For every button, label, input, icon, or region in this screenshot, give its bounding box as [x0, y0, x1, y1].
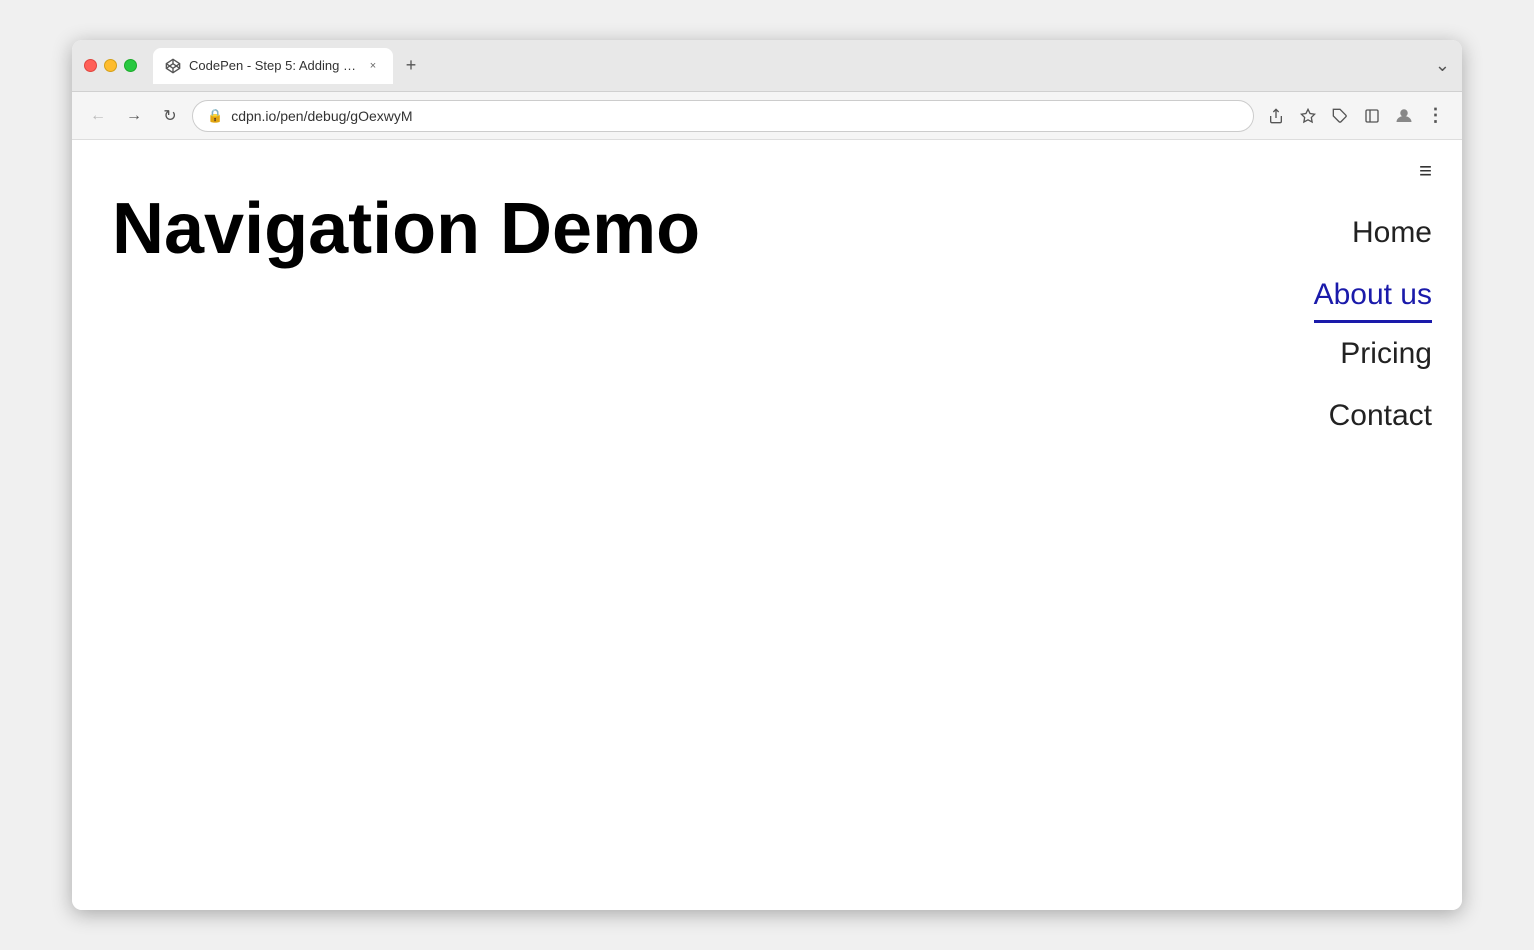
share-icon [1268, 108, 1284, 124]
lock-icon: 🔒 [207, 108, 223, 124]
more-button[interactable]: ⋮ [1422, 102, 1450, 130]
traffic-lights [84, 59, 137, 72]
profile-icon [1395, 107, 1413, 125]
extensions-button[interactable] [1326, 102, 1354, 130]
traffic-light-red[interactable] [84, 59, 97, 72]
nav-menu: Home About us Pricing Contact [1282, 202, 1432, 447]
more-icon: ⋮ [1427, 105, 1446, 126]
profile-button[interactable] [1390, 102, 1418, 130]
nav-item-home[interactable]: Home [1352, 202, 1432, 264]
reload-icon: ↻ [163, 106, 176, 126]
puzzle-icon [1332, 108, 1348, 124]
nav-item-about-us[interactable]: About us [1314, 264, 1432, 323]
forward-button[interactable]: → [120, 102, 148, 130]
sidebar-button[interactable] [1358, 102, 1386, 130]
tab-title: CodePen - Step 5: Adding a bu [189, 58, 357, 73]
hamburger-menu-icon[interactable]: ≡ [1419, 160, 1432, 182]
tab-bar: CodePen - Step 5: Adding a bu × + ⌄ [153, 48, 1450, 84]
active-tab[interactable]: CodePen - Step 5: Adding a bu × [153, 48, 393, 84]
url-bar[interactable]: 🔒 cdpn.io/pen/debug/gOexwyM [192, 100, 1254, 132]
navigation-sidebar: ≡ Home About us Pricing Contact [1252, 140, 1462, 910]
tab-close-button[interactable]: × [365, 58, 381, 74]
address-bar: ← → ↻ 🔒 cdpn.io/pen/debug/gOexwyM [72, 92, 1462, 140]
tab-dropdown-button[interactable]: ⌄ [1435, 55, 1450, 76]
bookmark-icon [1300, 108, 1316, 124]
main-content: Navigation Demo [72, 140, 1252, 910]
page-title: Navigation Demo [112, 190, 1212, 269]
page-content: Navigation Demo ≡ Home About us Pricing … [72, 140, 1462, 910]
title-bar: CodePen - Step 5: Adding a bu × + ⌄ [72, 40, 1462, 92]
nav-item-contact[interactable]: Contact [1329, 385, 1432, 447]
back-icon: ← [90, 107, 106, 125]
codepen-icon [165, 58, 181, 74]
url-text: cdpn.io/pen/debug/gOexwyM [231, 108, 1239, 124]
nav-item-pricing[interactable]: Pricing [1340, 323, 1432, 385]
browser-window: CodePen - Step 5: Adding a bu × + ⌄ ← → … [72, 40, 1462, 910]
bookmark-button[interactable] [1294, 102, 1322, 130]
share-button[interactable] [1262, 102, 1290, 130]
forward-icon: → [126, 107, 142, 125]
new-tab-button[interactable]: + [397, 52, 425, 80]
back-button[interactable]: ← [84, 102, 112, 130]
sidebar-icon [1364, 108, 1380, 124]
reload-button[interactable]: ↻ [156, 102, 184, 130]
traffic-light-yellow[interactable] [104, 59, 117, 72]
traffic-light-green[interactable] [124, 59, 137, 72]
address-actions: ⋮ [1262, 102, 1450, 130]
